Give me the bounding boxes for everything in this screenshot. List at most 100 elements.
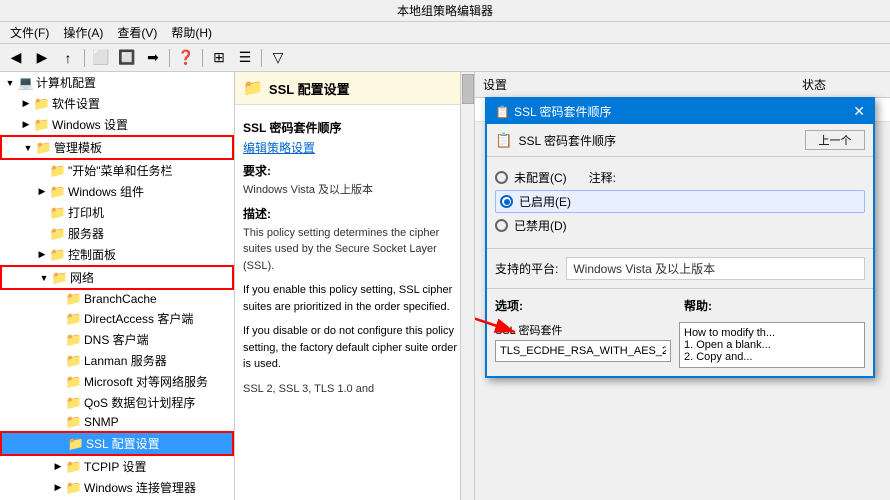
dialog-close-button[interactable]: ✕ (853, 103, 865, 120)
arrow-microsoft-peer (50, 377, 66, 387)
radio-unconfigured[interactable] (495, 171, 508, 184)
sidebar-item-ssl[interactable]: 📁 SSL 配置设置 (0, 431, 234, 456)
platform-label: 支持的平台: (495, 260, 558, 277)
arrow-server (34, 229, 50, 239)
help-text-3: 2. Copy and... (684, 351, 860, 363)
dialog-header-label: SSL 密码套件顺序 (518, 132, 616, 149)
sidebar-item-snmp[interactable]: 📁 SNMP (0, 413, 234, 431)
middle-content: SSL 密码套件顺序 编辑策略设置 要求: Windows Vista 及以上版… (235, 105, 474, 405)
up-button[interactable]: ↑ (56, 47, 80, 69)
options-help-header: 选项: 帮助: (487, 293, 873, 322)
describe-label: 描述: (243, 205, 466, 222)
sidebar-item-branchcache[interactable]: 📁 BranchCache (0, 290, 234, 308)
menu-view[interactable]: 查看(V) (111, 22, 163, 43)
view-button-2[interactable]: ☰ (233, 47, 257, 69)
ssl-input[interactable] (495, 340, 671, 362)
middle-header-title: SSL 配置设置 (269, 79, 350, 98)
directaccess-icon: 📁 (66, 312, 82, 326)
radio-enabled[interactable] (500, 195, 513, 208)
settings-col-status: 状态 (802, 76, 882, 93)
help-text-2: 1. Open a blank... (684, 339, 860, 351)
dialog-header-row: 📋 SSL 密码套件顺序 上一个 (487, 124, 873, 157)
view-button-1[interactable]: ⊞ (207, 47, 231, 69)
menu-file[interactable]: 文件(F) (4, 22, 55, 43)
window-title: 本地组策略编辑器 (397, 2, 493, 19)
sidebar-item-printer[interactable]: 📁 打印机 (0, 202, 234, 223)
sidebar-label-software: 软件设置 (52, 95, 100, 112)
toolbar-separator-2 (169, 49, 170, 67)
edit-policy-link[interactable]: 编辑策略设置 (243, 141, 315, 155)
middle-scrollbar[interactable] (460, 72, 474, 500)
sidebar-item-software[interactable]: ▶ 📁 软件设置 (0, 93, 234, 114)
show-hide-button[interactable]: ⬜ (89, 47, 113, 69)
dialog-divider-2 (487, 288, 873, 289)
dialog-titlebar: 📋 SSL 密码套件顺序 ✕ (487, 99, 873, 124)
forward-button[interactable]: ▶ (30, 47, 54, 69)
sidebar-label-tcpip: TCPIP 设置 (84, 458, 146, 475)
radio-row-disabled[interactable]: 已禁用(D) (495, 217, 865, 234)
arrow-controlpanel: ▶ (34, 249, 50, 260)
arrow-dns (50, 335, 66, 345)
sidebar-item-server[interactable]: 📁 服务器 (0, 223, 234, 244)
settings-col-setting: 设置 (483, 76, 802, 93)
arrow-printer (34, 208, 50, 218)
sidebar-item-controlpanel[interactable]: ▶ 📁 控制面板 (0, 244, 234, 265)
help-box: How to modify th... 1. Open a blank... 2… (679, 322, 865, 368)
sidebar-item-windows-components[interactable]: ▶ 📁 Windows 组件 (0, 181, 234, 202)
sidebar-item-network[interactable]: ▼ 📁 网络 (0, 265, 234, 290)
sidebar-item-qos[interactable]: 📁 QoS 数据包计划程序 (0, 392, 234, 413)
sidebar-item-computer[interactable]: ▼ 💻 计算机配置 (0, 72, 234, 93)
options-label: 选项: (495, 297, 676, 314)
export-button[interactable]: ➡ (141, 47, 165, 69)
title-bar: 本地组策略编辑器 (0, 0, 890, 22)
filter-button[interactable]: ▽ (266, 47, 290, 69)
sidebar-item-tcpip[interactable]: ▶ 📁 TCPIP 设置 (0, 456, 234, 477)
refresh-button[interactable]: 🔲 (115, 47, 139, 69)
help-text: How to modify th... (684, 327, 860, 339)
arrow-directaccess (50, 314, 66, 324)
sidebar-item-directaccess[interactable]: 📁 DirectAccess 客户端 (0, 308, 234, 329)
dialog-platform-row: 支持的平台: Windows Vista 及以上版本 (487, 253, 873, 284)
back-button[interactable]: ◀ (4, 47, 28, 69)
menu-help[interactable]: 帮助(H) (165, 22, 218, 43)
sidebar-item-dns[interactable]: 📁 DNS 客户端 (0, 329, 234, 350)
toolbar-separator-3 (202, 49, 203, 67)
dialog-scroll-button[interactable]: 上一个 (805, 130, 865, 150)
software-icon: 📁 (34, 97, 50, 111)
sidebar-label-windows-connect-mgr: Windows 连接管理器 (84, 479, 196, 496)
controlpanel-icon: 📁 (50, 248, 66, 262)
help-label: 帮助: (684, 297, 865, 314)
radio-disabled[interactable] (495, 219, 508, 232)
require-label: 要求: (243, 162, 466, 179)
startmenu-icon: 📁 (50, 164, 66, 178)
windows-connect-mgr-icon: 📁 (66, 481, 82, 495)
sidebar-item-microsoft-peer[interactable]: 📁 Microsoft 对等网络服务 (0, 371, 234, 392)
radio-row-unconfigured[interactable]: 未配置(C) 注释: (495, 169, 865, 186)
disable-text: If you disable or do not configure this … (243, 323, 466, 373)
dialog-title-text: SSL 密码套件顺序 (514, 103, 853, 120)
middle-header-icon: 📁 (243, 78, 263, 98)
server-icon: 📁 (50, 227, 66, 241)
radio-label-unconfigured: 未配置(C) (514, 169, 567, 186)
arrow-admin-templates: ▼ (20, 143, 36, 153)
toolbar: ◀ ▶ ↑ ⬜ 🔲 ➡ ❓ ⊞ ☰ ▽ (0, 44, 890, 72)
menu-action[interactable]: 操作(A) (57, 22, 109, 43)
toolbar-separator-4 (261, 49, 262, 67)
sidebar-item-windows-settings[interactable]: ▶ 📁 Windows 设置 (0, 114, 234, 135)
sidebar-label-server: 服务器 (68, 225, 104, 242)
sidebar-label-snmp: SNMP (84, 415, 119, 429)
help-button[interactable]: ❓ (174, 47, 198, 69)
sidebar-item-windows-connect-mgr[interactable]: ▶ 📁 Windows 连接管理器 (0, 477, 234, 498)
radio-row-enabled[interactable]: 已启用(E) (495, 190, 865, 213)
qos-icon: 📁 (66, 396, 82, 410)
sidebar-item-lanman[interactable]: 📁 Lanman 服务器 (0, 350, 234, 371)
sidebar-label-directaccess: DirectAccess 客户端 (84, 310, 193, 327)
arrow-qos (50, 398, 66, 408)
computer-icon: 💻 (18, 76, 34, 90)
sidebar-item-startmenu[interactable]: 📁 "开始"菜单和任务栏 (0, 160, 234, 181)
settings-header: 设置 状态 (475, 72, 890, 98)
arrow-startmenu (34, 166, 50, 176)
settings-header-labels: 设置 状态 (483, 76, 882, 93)
arrow-branchcache (50, 294, 66, 304)
sidebar-item-admin-templates[interactable]: ▼ 📁 管理模板 (0, 135, 234, 160)
